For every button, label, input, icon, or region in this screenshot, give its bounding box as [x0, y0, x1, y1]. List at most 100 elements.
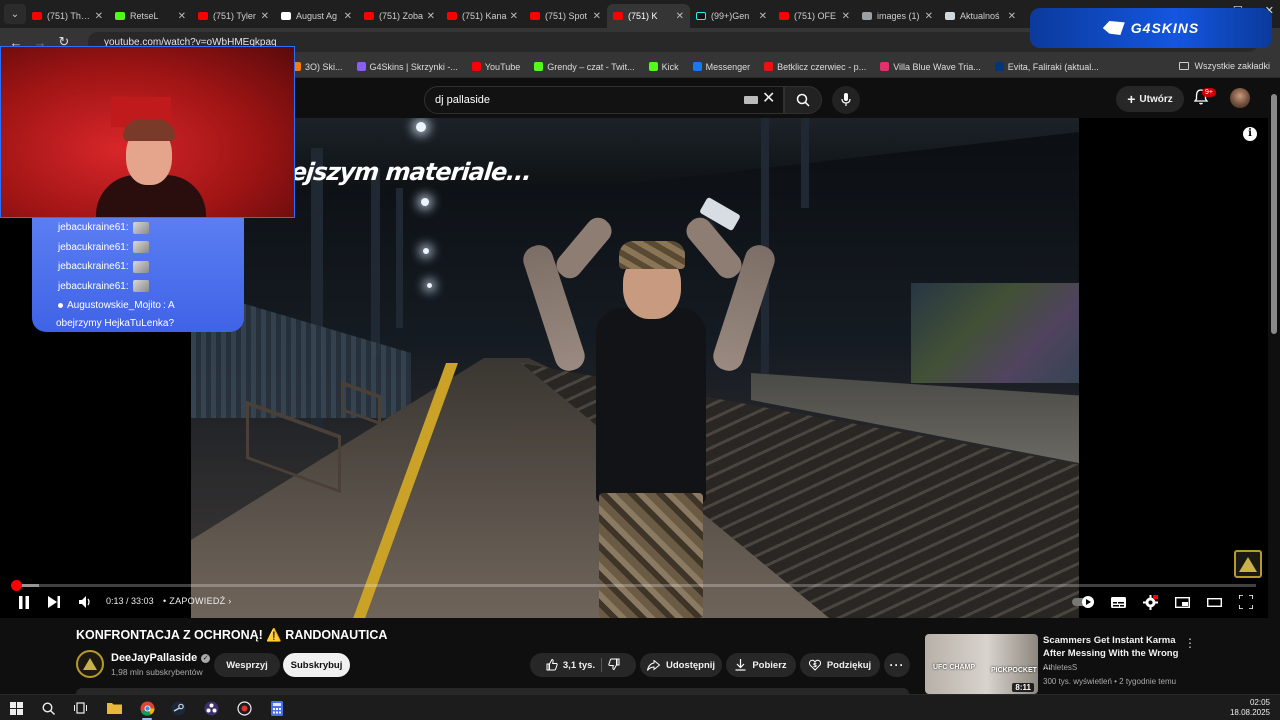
recommended-channel[interactable]: AthletesS — [1043, 663, 1077, 672]
channel-avatar[interactable] — [76, 650, 104, 678]
bookmark-item[interactable]: Kick — [648, 62, 679, 72]
share-button[interactable]: Udostępnij — [640, 653, 722, 677]
more-actions-button[interactable]: ··· — [884, 653, 910, 677]
close-tab-icon[interactable]: ✕ — [344, 11, 352, 22]
subtitles-button[interactable] — [1108, 590, 1128, 614]
close-tab-icon[interactable]: ✕ — [759, 11, 767, 22]
next-button[interactable] — [44, 590, 64, 614]
scrollbar-thumb[interactable] — [1271, 94, 1277, 334]
page-scrollbar[interactable] — [1268, 80, 1280, 694]
task-view-button[interactable] — [69, 698, 91, 718]
tab-search-button[interactable]: ⌄ — [4, 4, 26, 24]
close-tab-icon[interactable]: ✕ — [842, 11, 850, 22]
bookmark-item[interactable]: Messenger — [692, 62, 750, 72]
bookmark-favicon-icon — [880, 62, 890, 71]
close-tab-icon[interactable]: ✕ — [925, 11, 933, 22]
start-button[interactable] — [5, 698, 27, 718]
browser-tab[interactable]: (751) The V ✕ — [26, 4, 109, 28]
chevron-down-icon: ⌄ — [10, 8, 20, 20]
theater-mode-button[interactable] — [1204, 590, 1224, 614]
like-button[interactable]: 3,1 tys. — [546, 659, 595, 671]
folder-icon — [106, 703, 122, 714]
channel-watermark[interactable] — [1234, 550, 1262, 578]
youtube-favicon-icon — [364, 12, 374, 20]
channel-name[interactable]: DeeJayPallaside ✓ — [111, 652, 211, 664]
bookmark-favicon-icon — [764, 62, 774, 71]
create-button[interactable]: + Utwórz — [1116, 86, 1184, 112]
bookmark-item[interactable]: Villa Blue Wave Tria... — [880, 62, 981, 72]
tab-label: (751) The V — [47, 11, 92, 21]
browser-tab[interactable]: (751) Zoba ✕ — [358, 4, 441, 28]
bookmark-item[interactable]: Evita, Faliraki (aktual... — [994, 62, 1099, 72]
tab-label: (751) Tyler — [213, 11, 256, 21]
pause-button[interactable] — [14, 590, 34, 614]
download-button[interactable]: Pobierz — [726, 653, 796, 677]
settings-button[interactable] — [1140, 590, 1160, 614]
bookmark-item[interactable]: G4Skins | Skrzynki -... — [356, 62, 458, 72]
taskbar-app[interactable] — [233, 698, 255, 718]
bookmark-item[interactable]: YouTube — [471, 62, 520, 72]
close-tab-icon[interactable]: ✕ — [1008, 11, 1016, 22]
info-icon[interactable]: i — [1243, 127, 1257, 141]
tiktok-favicon-icon — [696, 12, 706, 20]
close-tab-icon[interactable]: ✕ — [593, 11, 601, 22]
browser-tab[interactable]: (99+)Gen ✕ — [690, 4, 773, 28]
search-button[interactable] — [784, 86, 822, 114]
taskbar-obs[interactable] — [200, 698, 222, 718]
taskbar-search-button[interactable] — [37, 698, 59, 718]
thanks-button[interactable]: $ Podziękuj — [800, 653, 880, 677]
taskbar-file-explorer[interactable] — [103, 698, 125, 718]
subscribe-button[interactable]: Subskrybuj — [283, 653, 350, 677]
miniplayer-button[interactable] — [1172, 590, 1192, 614]
recommended-thumbnail[interactable]: UFC CHAMP PICKPOCKET 8:11 — [925, 634, 1038, 694]
emote-icon — [132, 241, 149, 254]
close-tab-icon[interactable]: ✕ — [178, 11, 186, 22]
browser-tab[interactable]: August Ag ✕ — [275, 4, 358, 28]
bookmark-favicon-icon — [692, 62, 702, 71]
browser-tab[interactable]: Aktualnoś ✕ — [939, 4, 1022, 28]
browser-tab[interactable]: (751) Kana ✕ — [441, 4, 524, 28]
more-vertical-icon[interactable]: ⋮ — [1184, 636, 1196, 650]
tab-label: August Ag — [296, 11, 338, 21]
taskbar-steam[interactable] — [167, 698, 189, 718]
taskbar-chrome[interactable] — [136, 698, 158, 720]
youtube-favicon-icon — [198, 12, 208, 20]
clear-search-icon[interactable]: ✕ — [762, 88, 775, 108]
browser-tab[interactable]: (751) Spot ✕ — [524, 4, 607, 28]
browser-tab[interactable]: RetseL ✕ — [109, 4, 192, 28]
time-display: 0:13 / 33:03 — [106, 596, 154, 606]
browser-tab[interactable]: (751) K ✕ — [607, 4, 690, 28]
voice-search-button[interactable] — [832, 86, 860, 114]
volume-button[interactable] — [76, 590, 94, 614]
chapter-button[interactable]: • ZAPOWIEDŹ › — [163, 596, 232, 606]
close-tab-icon[interactable]: ✕ — [95, 11, 103, 22]
emote-icon — [132, 221, 149, 234]
close-tab-icon[interactable]: ✕ — [427, 11, 435, 22]
bookmark-item[interactable]: 3O) Ski... — [292, 62, 343, 72]
emote-icon — [132, 260, 149, 273]
tab-label: images (1) — [877, 11, 920, 21]
autoplay-toggle[interactable] — [1072, 590, 1096, 614]
close-tab-icon[interactable]: ✕ — [510, 11, 518, 22]
windows-taskbar: 02:05 18.08.2025 — [0, 694, 1280, 720]
bookmark-item[interactable]: Grendy – czat - Twit... — [534, 62, 635, 72]
search-input[interactable]: dj pallaside — [424, 86, 784, 114]
progress-bar[interactable] — [10, 580, 1256, 591]
dislike-button[interactable] — [608, 658, 620, 673]
account-avatar[interactable] — [1230, 88, 1250, 108]
all-bookmarks[interactable]: Wszystkie zakładki — [1179, 61, 1270, 71]
bookmark-item[interactable]: Betklicz czerwiec - p... — [764, 62, 866, 72]
close-tab-icon[interactable]: ✕ — [676, 11, 684, 22]
browser-tab[interactable]: images (1) ✕ — [856, 4, 939, 28]
site-favicon-icon — [945, 12, 955, 20]
close-tab-icon[interactable]: ✕ — [261, 11, 269, 22]
globe-favicon-icon — [862, 12, 872, 20]
taskbar-calculator[interactable] — [266, 698, 288, 718]
browser-tab[interactable]: (751) OFE ✕ — [773, 4, 856, 28]
fullscreen-button[interactable] — [1236, 590, 1256, 614]
support-button[interactable]: Wesprzyj — [214, 653, 280, 677]
share-icon — [646, 659, 660, 671]
keyboard-icon[interactable] — [744, 96, 758, 104]
system-clock[interactable]: 02:05 18.08.2025 — [1230, 698, 1270, 718]
browser-tab[interactable]: (751) Tyler ✕ — [192, 4, 275, 28]
